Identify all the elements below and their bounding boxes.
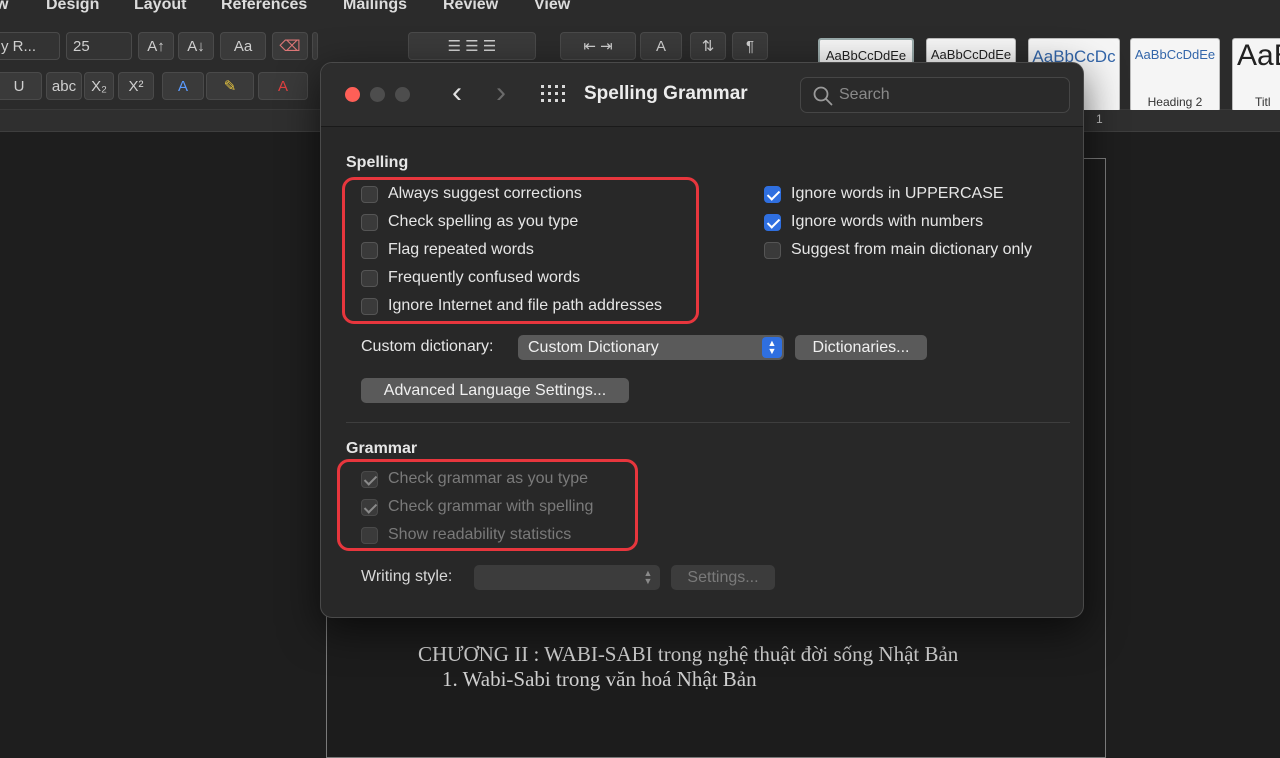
highlight-icon[interactable]: ✎ — [206, 72, 254, 100]
change-case-icon[interactable]: Aa — [220, 32, 266, 60]
ribbon-tab-review[interactable]: Review — [443, 0, 498, 14]
font-name-dropdown[interactable]: y R... — [0, 32, 60, 60]
font-color-icon[interactable]: A — [258, 72, 308, 100]
checkbox-disabled[interactable] — [361, 526, 378, 544]
option-check-grammar-as-you-type[interactable]: Check grammar as you type — [361, 468, 588, 490]
font-size-dropdown[interactable]: 25 — [66, 32, 132, 60]
option-check-spelling-as-you-type[interactable]: Check spelling as you type — [361, 211, 578, 233]
writing-style-label: Writing style: — [361, 568, 453, 585]
option-check-grammar-with-spelling[interactable]: Check grammar with spelling — [361, 496, 593, 518]
checkbox[interactable] — [361, 269, 378, 287]
advanced-language-settings-button[interactable]: Advanced Language Settings... — [361, 378, 629, 403]
text-effects-icon[interactable]: A — [162, 72, 204, 100]
minimize-window-button[interactable] — [370, 87, 385, 102]
option-ignore-internet-addresses[interactable]: Ignore Internet and file path addresses — [361, 295, 662, 317]
checkbox-checked-disabled[interactable] — [361, 470, 378, 488]
checkbox-checked[interactable] — [764, 185, 781, 203]
search-input[interactable] — [839, 84, 1059, 106]
strikethrough-icon[interactable]: abc — [46, 72, 82, 100]
option-always-suggest[interactable]: Always suggest corrections — [361, 183, 582, 205]
forward-chevron-icon[interactable]: › — [489, 77, 513, 113]
ribbon-tab-design[interactable]: Design — [46, 0, 99, 14]
search-icon — [813, 86, 833, 106]
checkbox-checked[interactable] — [764, 213, 781, 231]
sort-order-icon[interactable]: ⇅ — [690, 32, 726, 60]
phonetic-guide-icon[interactable] — [312, 32, 318, 60]
window-titlebar: ‹ › Spelling Grammar — [321, 63, 1083, 127]
subscript-icon[interactable]: X₂ — [84, 72, 114, 100]
style-title[interactable]: AaB Titl — [1232, 38, 1280, 112]
ribbon-tab-view[interactable]: View — [534, 0, 570, 14]
popup-stepper-icon: ▲ ▼ — [643, 568, 653, 586]
window-title: Spelling Grammar — [584, 83, 748, 104]
clear-format-icon[interactable]: ⌫ — [272, 32, 308, 60]
option-flag-repeated-words[interactable]: Flag repeated words — [361, 239, 534, 261]
option-ignore-uppercase[interactable]: Ignore words in UPPERCASE — [764, 183, 1004, 205]
underline-icon[interactable]: U — [0, 72, 42, 100]
ruler-mark: 1 — [1096, 112, 1103, 126]
option-ignore-numbers[interactable]: Ignore words with numbers — [764, 211, 983, 233]
checkbox[interactable] — [764, 241, 781, 259]
zoom-window-button[interactable] — [395, 87, 410, 102]
decrease-font-icon[interactable]: A↓ — [178, 32, 214, 60]
back-chevron-icon[interactable]: ‹ — [445, 77, 469, 113]
superscript-icon[interactable]: X² — [118, 72, 154, 100]
ribbon-tab-layout[interactable]: Layout — [134, 0, 186, 14]
checkbox[interactable] — [361, 297, 378, 315]
search-field[interactable] — [800, 77, 1070, 113]
close-window-button[interactable] — [345, 87, 360, 102]
sort-icon[interactable]: A — [640, 32, 682, 60]
checkbox[interactable] — [361, 213, 378, 231]
increase-font-icon[interactable]: A↑ — [138, 32, 174, 60]
popup-stepper-icon: ▲ ▼ — [762, 337, 782, 358]
ribbon-tab-mailings[interactable]: Mailings — [343, 0, 407, 14]
document-heading[interactable]: CHƯƠNG II : WABI-SABI trong nghệ thuật đ… — [418, 642, 958, 667]
checkbox[interactable] — [361, 185, 378, 203]
dictionaries-button[interactable]: Dictionaries... — [795, 335, 927, 360]
spelling-section-title: Spelling — [346, 154, 409, 171]
option-frequently-confused-words[interactable]: Frequently confused words — [361, 267, 580, 289]
style-heading-2[interactable]: AaBbCcDdEe Heading 2 — [1130, 38, 1220, 112]
indent-icons[interactable]: ⇤ ⇥ — [560, 32, 636, 60]
custom-dictionary-label: Custom dictionary: — [361, 338, 494, 355]
ribbon-tab-bar: w Design Layout References Mailings Revi… — [0, 0, 1280, 18]
grammar-settings-button[interactable]: Settings... — [671, 565, 775, 590]
document-subheading[interactable]: 1. Wabi-Sabi trong văn hoá Nhật Bản — [442, 667, 757, 692]
checkbox[interactable] — [361, 241, 378, 259]
spelling-grammar-window: ‹ › Spelling Grammar Spelling Always sug… — [320, 62, 1084, 618]
list-icons[interactable]: ☰ ☰ ☰ — [408, 32, 536, 60]
custom-dictionary-popup[interactable]: Custom Dictionary ▲ ▼ — [518, 335, 784, 360]
section-divider — [346, 422, 1070, 423]
writing-style-popup[interactable]: ▲ ▼ — [474, 565, 660, 590]
grammar-section-title: Grammar — [346, 440, 418, 457]
pilcrow-icon[interactable]: ¶ — [732, 32, 768, 60]
checkbox-checked-disabled[interactable] — [361, 498, 378, 516]
option-main-dictionary-only[interactable]: Suggest from main dictionary only — [764, 239, 1032, 261]
show-all-grid-icon[interactable] — [541, 85, 565, 103]
ribbon-tab-view-partial[interactable]: w — [0, 0, 8, 14]
option-show-readability-statistics[interactable]: Show readability statistics — [361, 524, 571, 546]
ribbon-tab-references[interactable]: References — [221, 0, 307, 14]
